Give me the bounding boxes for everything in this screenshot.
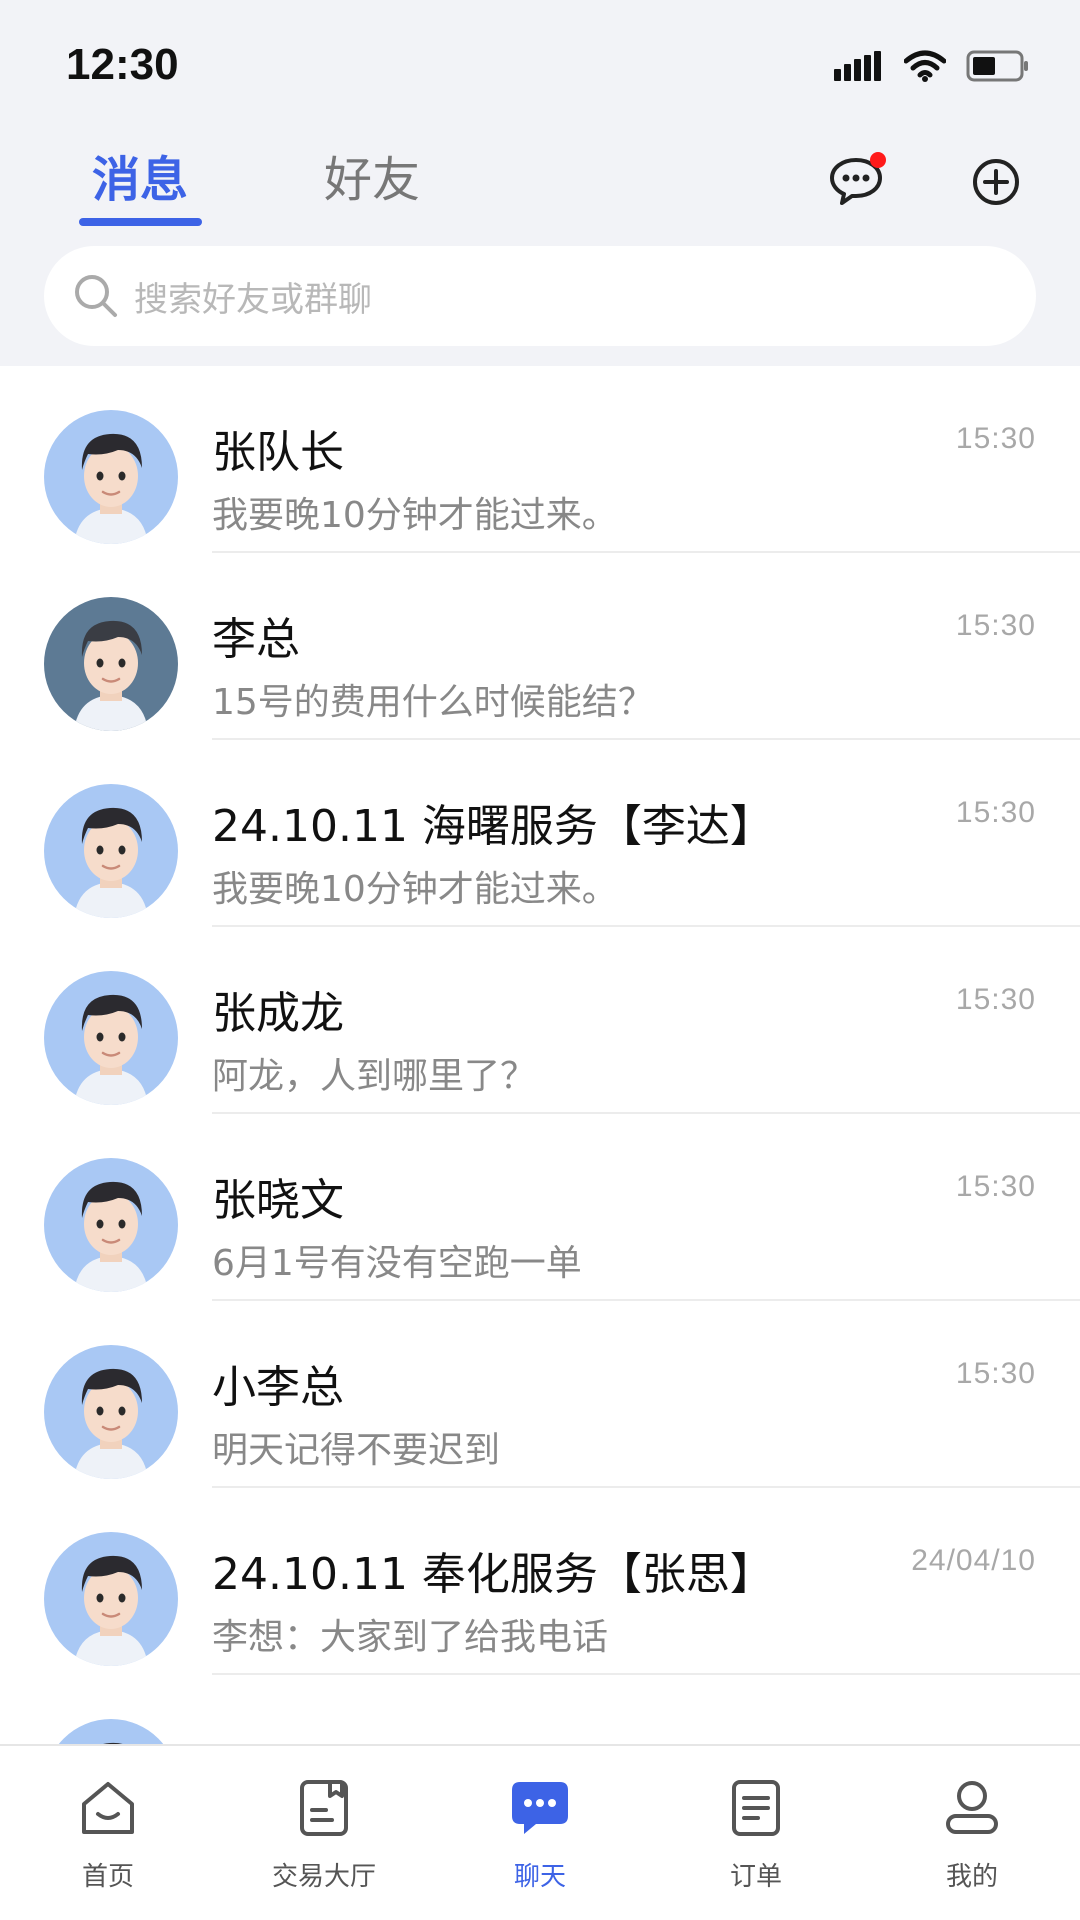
cellular-signal-icon	[834, 51, 881, 81]
status-time: 12:30	[66, 40, 179, 89]
avatar	[44, 1532, 178, 1666]
chat-last-message: 阿龙，人到哪里了？	[212, 1056, 537, 1097]
top-tabs: 消息 好友	[0, 140, 1080, 240]
chat-name: 张队长	[212, 427, 344, 478]
order-list-icon	[732, 1780, 780, 1836]
avatar	[44, 1719, 178, 1744]
nav-trading-hall[interactable]: 交易大厅	[234, 1776, 414, 1906]
chat-last-message: 我要晚10分钟才能过来。	[212, 495, 618, 536]
chat-timestamp: 15:30	[955, 796, 1036, 829]
avatar	[44, 1158, 178, 1292]
bottom-nav: 首页 交易大厅 聊天 订单 我的	[0, 1744, 1080, 1920]
nav-chat[interactable]: 聊天	[450, 1776, 630, 1906]
chat-list-item[interactable]: 张晓文 6月1号有没有空跑一单 15:30	[0, 1114, 1080, 1301]
tab-messages[interactable]: 消息	[92, 150, 188, 210]
avatar	[44, 1345, 178, 1479]
search-icon	[75, 275, 117, 317]
avatar	[44, 971, 178, 1105]
battery-icon	[966, 50, 1028, 82]
nav-home[interactable]: 首页	[18, 1776, 198, 1906]
nav-trading-hall-label: 交易大厅	[271, 1862, 376, 1892]
chat-name: 张成龙	[212, 988, 344, 1039]
chat-list-item[interactable]: 小李总明天记得不要迟到 15:30	[0, 1301, 1080, 1488]
chat-bubble-filled-icon	[512, 1782, 568, 1834]
chat-last-message: 明天记得不要迟到	[212, 1430, 501, 1471]
nav-orders[interactable]: 订单	[666, 1776, 846, 1906]
chat-list-item[interactable]: 李总 15号的费用什么时候能结？ 15:30	[0, 553, 1080, 740]
avatar	[44, 784, 178, 918]
nav-mine[interactable]: 我的	[882, 1776, 1062, 1906]
chat-last-message: 15号的费用什么时候能结？	[212, 682, 654, 723]
header: 12:30 消息 好友 搜索好友或群聊	[0, 0, 1080, 366]
wifi-icon	[904, 50, 946, 82]
nav-mine-label: 我的	[945, 1862, 998, 1892]
chat-list-item[interactable]: 24.10.11 海曙服务【李达】我要晚10分钟才能过来。 15:30	[0, 740, 1080, 927]
chat-last-message: 6月1号有没有空跑一单	[212, 1243, 582, 1284]
chat-timestamp: 15:30	[955, 422, 1036, 455]
avatar	[44, 597, 178, 731]
chat-list-item[interactable]: 张队长我要晚10分钟才能过来。 15:30	[0, 366, 1080, 553]
chat-timestamp: 15:30	[955, 609, 1036, 642]
tab-friends[interactable]: 好友	[324, 150, 420, 210]
chat-name: 24.10.11 奉化服务【张思】	[212, 1549, 774, 1600]
add-button[interactable]	[964, 150, 1028, 214]
chat-name: 李总	[212, 614, 300, 665]
search-input[interactable]: 搜索好友或群聊	[44, 246, 1036, 346]
chat-last-message: 李想：大家到了给我电话	[212, 1617, 609, 1658]
plus-circle-icon	[973, 159, 1019, 205]
chat-list: 张队长我要晚10分钟才能过来。 15:30 李总 15号的费用什么时候能结？ 15:30…	[0, 366, 1080, 1744]
chat-name: 24.10.11 海曙服务【李达】	[212, 801, 774, 852]
unread-dot	[870, 152, 886, 168]
chat-timestamp: 15:30	[955, 983, 1036, 1016]
chat-name: 小李总	[212, 1362, 344, 1413]
avatar	[44, 410, 178, 544]
chat-notifications-button[interactable]	[824, 150, 888, 214]
chat-list-item[interactable]: 24.10.11 奉化服务【张思】李想：大家到了给我电话 24/04/10	[0, 1488, 1080, 1675]
chat-timestamp: 15:30	[955, 1357, 1036, 1390]
status-icons	[834, 46, 1030, 86]
nav-orders-label: 订单	[729, 1862, 782, 1892]
home-icon	[82, 1782, 134, 1834]
document-bookmark-icon	[300, 1780, 348, 1836]
chat-timestamp: 15:30	[955, 1170, 1036, 1203]
chat-name: 张晓文	[212, 1175, 344, 1226]
search-placeholder: 搜索好友或群聊	[134, 279, 372, 320]
status-bar: 12:30	[0, 0, 1080, 130]
nav-home-label: 首页	[81, 1862, 134, 1892]
chat-timestamp: 24/04/10	[911, 1544, 1036, 1577]
user-profile-icon	[946, 1781, 998, 1834]
chat-last-message: 我要晚10分钟才能过来。	[212, 869, 618, 910]
chat-list-item[interactable]: 张成龙阿龙，人到哪里了？ 15:30	[0, 927, 1080, 1114]
active-tab-indicator	[79, 218, 202, 226]
nav-chat-label: 聊天	[513, 1862, 566, 1892]
chat-list-item-partial[interactable]	[0, 1675, 1080, 1744]
